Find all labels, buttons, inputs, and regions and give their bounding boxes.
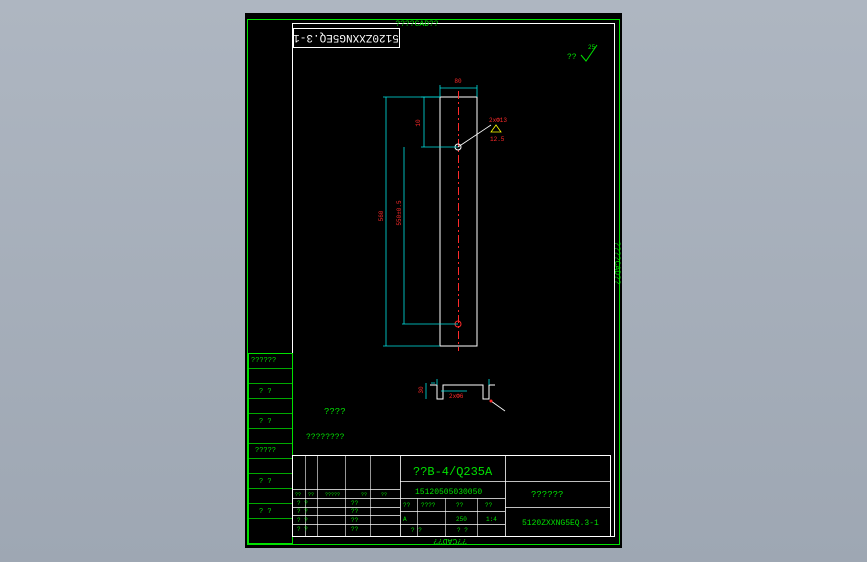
inner-frame bbox=[292, 23, 615, 537]
hdr-cell-2: ?? bbox=[308, 492, 314, 498]
hdr-cell-1: ?? bbox=[295, 492, 301, 498]
top-title: ????CAD?? bbox=[395, 20, 438, 29]
left-row-2: ? ? bbox=[297, 508, 308, 515]
bottom-cell-1: ? ? bbox=[411, 527, 422, 534]
dim-length-inner: 550±0.5 bbox=[396, 200, 403, 226]
dim-length-total: 560 bbox=[378, 210, 385, 221]
bottom-cell-2: ? ? bbox=[457, 527, 468, 534]
side-row-2: ? ? bbox=[259, 388, 272, 396]
material-text: ??B-4/Q235A bbox=[413, 465, 493, 479]
section-marker bbox=[489, 399, 493, 403]
sub-cell-3: ?? bbox=[456, 502, 464, 509]
left-row-1: ? ? bbox=[297, 500, 308, 507]
sub-cell-1: ?? bbox=[403, 502, 411, 509]
left-val-2: ?? bbox=[351, 508, 359, 515]
left-row-4: ? ? bbox=[297, 526, 308, 533]
side-row-1: ?????? bbox=[251, 357, 276, 365]
left-val-1: ?? bbox=[351, 500, 359, 507]
hdr-cell-4: ?? bbox=[361, 492, 367, 498]
hdr-cell-5: ?? bbox=[381, 492, 387, 498]
dim-top-offset: 10 bbox=[415, 119, 422, 127]
section-spec: 2xΦ6 bbox=[449, 393, 464, 400]
stamp-mirrored: 5120ZXXNG5EQ.3-1 bbox=[293, 31, 399, 43]
tech-title: ???? bbox=[324, 407, 346, 417]
hole-roughness: 12.5 bbox=[490, 136, 505, 143]
cad-drawing: ????CAD?? ??CAD?? ????CAD?? 5120ZXXNG5EQ… bbox=[247, 19, 621, 545]
sub-cell-2: ???? bbox=[421, 502, 436, 509]
bottom-title: ??CAD?? bbox=[433, 536, 467, 545]
drawing-canvas[interactable]: ????CAD?? ??CAD?? ????CAD?? 5120ZXXNG5EQ… bbox=[245, 13, 622, 548]
title-block: ??B-4/Q235A 15120505030050 ?????? 5120ZX… bbox=[292, 455, 611, 537]
left-row-3: ? ? bbox=[297, 517, 308, 524]
side-row-4: ????? bbox=[255, 447, 276, 455]
drawing-number: 5120ZXXNG5EQ.3-1 bbox=[522, 519, 599, 528]
part-name: ?????? bbox=[531, 490, 563, 500]
val-cell-1: A bbox=[403, 516, 407, 523]
hole-leader bbox=[457, 124, 492, 148]
roughness-label: ?? bbox=[567, 53, 577, 62]
side-row-5: ? ? bbox=[259, 478, 272, 486]
val-cell-3: 1:4 bbox=[486, 516, 497, 523]
section-height: 30 bbox=[418, 386, 425, 394]
section-leader bbox=[490, 400, 506, 412]
val-cell-2: 250 bbox=[456, 516, 467, 523]
hdr-cell-3: ????? bbox=[325, 492, 340, 498]
side-title: ????CAD?? bbox=[612, 241, 621, 284]
part-code: 15120505030050 bbox=[415, 488, 482, 497]
sub-cell-4: ?? bbox=[485, 502, 493, 509]
side-row-6: ? ? bbox=[259, 508, 272, 516]
roughness-value: 25 bbox=[588, 44, 596, 51]
tech-body: ???????? bbox=[306, 433, 345, 442]
side-table: ?????? ? ? ? ? ????? ? ? ? ? bbox=[248, 353, 293, 544]
dim-width-top: 80 bbox=[454, 78, 462, 85]
left-val-4: ?? bbox=[351, 526, 359, 533]
hole-spec: 2xΦ13 bbox=[489, 117, 507, 124]
left-val-3: ?? bbox=[351, 517, 359, 524]
side-row-3: ? ? bbox=[259, 418, 272, 426]
hole-roughness-icon bbox=[490, 124, 502, 133]
